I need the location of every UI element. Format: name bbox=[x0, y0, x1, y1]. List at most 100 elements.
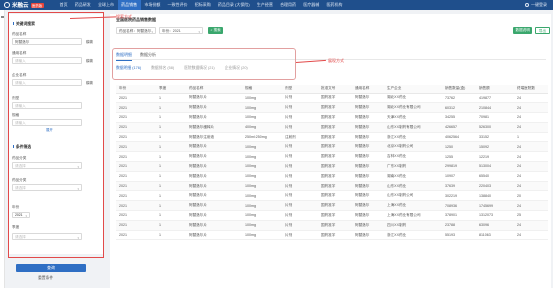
column-header[interactable]: 销售额 bbox=[476, 85, 514, 94]
nav-item[interactable]: 生产经营 bbox=[253, 0, 276, 10]
table-cell: 2021 bbox=[116, 181, 156, 192]
table-cell: 国药准字 bbox=[318, 93, 352, 104]
table-body: 2021 1 阿替洛尔片 100mg 片剂 国药准字 阿替洛尔 湖北XX药业 73762 4198… bbox=[116, 93, 548, 241]
expand-toggle[interactable]: 展开 bbox=[46, 127, 53, 132]
tab-data-analysis[interactable]: 数据分析 bbox=[140, 52, 156, 61]
nav-item[interactable]: 医疗器械 bbox=[300, 0, 323, 10]
table-cell: 24 bbox=[514, 122, 548, 133]
chevron-down-icon: ▾ bbox=[151, 30, 153, 34]
generic-name-match-toggle[interactable]: 模糊 bbox=[86, 58, 93, 63]
export-button[interactable]: 导出 bbox=[535, 27, 550, 34]
company-name-match-toggle[interactable]: 模糊 bbox=[86, 80, 93, 85]
main-nav: 首页 药品研发 全球上市 药品销售 市场份额 一致性评价 招标采购 药品目录 (大保险) 生产经… bbox=[56, 0, 346, 10]
column-header[interactable]: 批准文号 bbox=[318, 85, 352, 94]
table-cell: 阿替洛尔缓释片 bbox=[186, 122, 242, 133]
collapsed-side-menu bbox=[0, 10, 5, 288]
quarter-select[interactable]: 请选择 ▾ bbox=[12, 233, 82, 240]
column-header[interactable]: 剂型 bbox=[282, 85, 318, 94]
chevron-down-icon: ▾ bbox=[77, 165, 79, 169]
table-row[interactable]: 2021 1 阿替洛尔片 100mg 片剂 国药准字 阿替洛尔 天津XX药业 34255 7098… bbox=[116, 112, 548, 123]
table-cell: 天津XX药业 bbox=[384, 112, 442, 123]
company-name-label: 企业名称 bbox=[12, 73, 27, 77]
subtab[interactable]: 数据明细 (176) bbox=[116, 66, 141, 71]
nav-item[interactable]: 药品销售 bbox=[117, 0, 141, 10]
nav-item[interactable]: 药品目录 (大保险) bbox=[214, 0, 253, 10]
column-header[interactable]: 销售数量(盒) bbox=[442, 85, 476, 94]
tab-data-detail[interactable]: 数据明细 bbox=[116, 52, 132, 61]
table-cell: 10907 bbox=[442, 171, 476, 182]
table-row[interactable]: 2021 1 阿替洛尔片 100mg 片剂 国药准字 阿替洛尔 山东XX制药公司 302219 1… bbox=[116, 190, 548, 202]
year-select[interactable]: 2021 ▾ bbox=[12, 212, 30, 218]
table-row[interactable]: 2021 1 阿替洛尔注射液 250ml:250mg 注射剂 国药准字 阿替洛尔 浙江XX药业… bbox=[116, 132, 548, 143]
search-button[interactable]: ⌕ 搜索 bbox=[208, 27, 224, 34]
table-cell: 15092 bbox=[476, 141, 514, 153]
nav-item[interactable]: 市场份额 bbox=[141, 0, 164, 10]
drug-filter-select[interactable]: 药品名称：阿替洛尔 ▾ bbox=[116, 27, 156, 34]
category-select-1[interactable]: 请选择 ▾ bbox=[12, 162, 82, 169]
company-name-input[interactable]: 请输入 bbox=[12, 79, 82, 86]
table-cell: 20 bbox=[514, 190, 548, 202]
column-header[interactable]: 终端医院数 bbox=[514, 85, 548, 94]
table-cell: 湖南XX药业 bbox=[384, 171, 442, 182]
subtab[interactable]: 数据排名 (58) bbox=[151, 66, 174, 71]
nav-item[interactable]: 合理用药 bbox=[276, 0, 299, 10]
dosage-form-input[interactable]: 请输入 bbox=[12, 102, 82, 109]
nav-item[interactable]: 首页 bbox=[56, 0, 71, 10]
table-cell: 4062564 bbox=[442, 132, 476, 143]
table-row[interactable]: 2021 1 阿替洛尔片 100mg 片剂 国药准字 阿替洛尔 湖南XX药业 10907 6554… bbox=[116, 171, 548, 182]
data-note-button[interactable]: 数据说明 bbox=[513, 27, 533, 34]
nav-item[interactable]: 医药机构 bbox=[323, 0, 346, 10]
nav-item[interactable]: 招标采购 bbox=[191, 0, 214, 10]
subtab[interactable]: 企业情况 (20) bbox=[225, 66, 248, 71]
table-cell: 片剂 bbox=[282, 93, 318, 104]
table-row[interactable]: 2021 1 阿替洛尔片 100mg 片剂 国药准字 阿替洛尔 山东XX药业 37639 2204… bbox=[116, 181, 548, 192]
table-row[interactable]: 2021 1 阿替洛尔片 100mg 片剂 国药准字 阿替洛尔 四川XX制药 23788 6309… bbox=[116, 220, 548, 231]
table-cell: 阿替洛尔片 bbox=[186, 161, 242, 172]
column-header[interactable]: 通用名称 bbox=[352, 85, 384, 94]
app-logo[interactable]: 米融云 医药版 bbox=[4, 1, 50, 9]
year-filter-select[interactable]: 年份：2021 ▾ bbox=[159, 27, 203, 34]
logo-badge: 医药版 bbox=[30, 2, 44, 8]
table-cell: 片剂 bbox=[282, 151, 318, 163]
table-row[interactable]: 2021 1 阿替洛尔片 100mg 片剂 国药准字 阿替洛尔 广东XX制药 299819 513… bbox=[116, 161, 548, 172]
chevron-down-icon: ▾ bbox=[77, 236, 79, 240]
table-row[interactable]: 2021 1 阿替洛尔片 100mg 片剂 国药准字 阿替洛尔 上海XX药业有限公司 37890… bbox=[116, 210, 548, 221]
nav-item[interactable]: 一致性评价 bbox=[164, 0, 191, 10]
nav-item[interactable]: 全球上市 bbox=[94, 0, 117, 10]
reset-conditions-link[interactable]: 重置条件 bbox=[38, 276, 53, 281]
table-cell: 吉林XX药业 bbox=[384, 151, 442, 163]
user-area[interactable]: 一键登录 bbox=[525, 2, 547, 8]
drug-name-input[interactable]: 阿替洛尔 bbox=[12, 38, 82, 45]
table-row[interactable]: 2021 1 阿替洛尔片 100mg 片剂 国药准字 阿替洛尔 北京XX制药公司 1250 150… bbox=[116, 141, 548, 153]
table-row[interactable]: 2021 1 阿替洛尔片 100mg 片剂 国药准字 阿替洛尔 湖北XX药业 73762 4198… bbox=[116, 93, 548, 104]
table-cell: 阿替洛尔 bbox=[352, 151, 384, 163]
table-row[interactable]: 2021 1 阿替洛尔缓释片 400mg 片剂 国药准字 阿替洛尔 山东XX制药有限公司 426… bbox=[116, 122, 548, 133]
table-cell: 国药准字 bbox=[318, 220, 352, 231]
column-header[interactable]: 年份 bbox=[116, 85, 156, 94]
column-header[interactable]: 季度 bbox=[156, 85, 186, 94]
table-cell: 片剂 bbox=[282, 141, 318, 153]
table-row[interactable]: 2021 1 阿替洛尔片 100mg 片剂 国药准字 阿替洛尔 吉林XX药业 1255 12219… bbox=[116, 151, 548, 163]
spec-input[interactable]: 请输入 bbox=[12, 119, 82, 126]
subtab[interactable]: 医院数据情况 (21) bbox=[184, 66, 215, 71]
column-header[interactable]: 生产企业 bbox=[384, 85, 442, 94]
nav-item[interactable]: 药品研发 bbox=[71, 0, 94, 10]
table-cell: 24 bbox=[514, 220, 548, 231]
table-cell: 国药准字 bbox=[318, 181, 352, 192]
table-row[interactable]: 2021 1 阿替洛尔片 100mg 片剂 国药准字 阿替洛尔 湖北XX药业有限公司 60312… bbox=[116, 102, 548, 114]
generic-name-input[interactable]: 请输入 bbox=[12, 57, 82, 64]
table-cell: 811063 bbox=[476, 230, 514, 241]
menu-toggle-icon[interactable] bbox=[1, 16, 4, 18]
query-button[interactable]: 查询 bbox=[16, 264, 86, 272]
user-label: 一键登录 bbox=[531, 2, 547, 7]
table-cell: 片剂 bbox=[282, 122, 318, 133]
category-select-2[interactable]: 请选择 ▾ bbox=[12, 184, 82, 191]
table-row[interactable]: 2021 1 阿替洛尔片 100mg 片剂 国药准字 阿替洛尔 上海XX药业 708936 174… bbox=[116, 200, 548, 212]
column-header[interactable]: 药品名称 bbox=[186, 85, 242, 94]
table-cell: 2021 bbox=[116, 200, 156, 212]
table-row[interactable]: 2021 1 阿替洛尔片 100mg 片剂 国药准字 阿替洛尔 浙江XX药业 55193 8110… bbox=[116, 230, 548, 241]
table-cell: 63096 bbox=[476, 220, 514, 231]
column-header[interactable]: 规格 bbox=[242, 85, 282, 94]
drug-name-match-toggle[interactable]: 模糊 bbox=[86, 39, 93, 44]
table-cell: 阿替洛尔片 bbox=[186, 190, 242, 202]
